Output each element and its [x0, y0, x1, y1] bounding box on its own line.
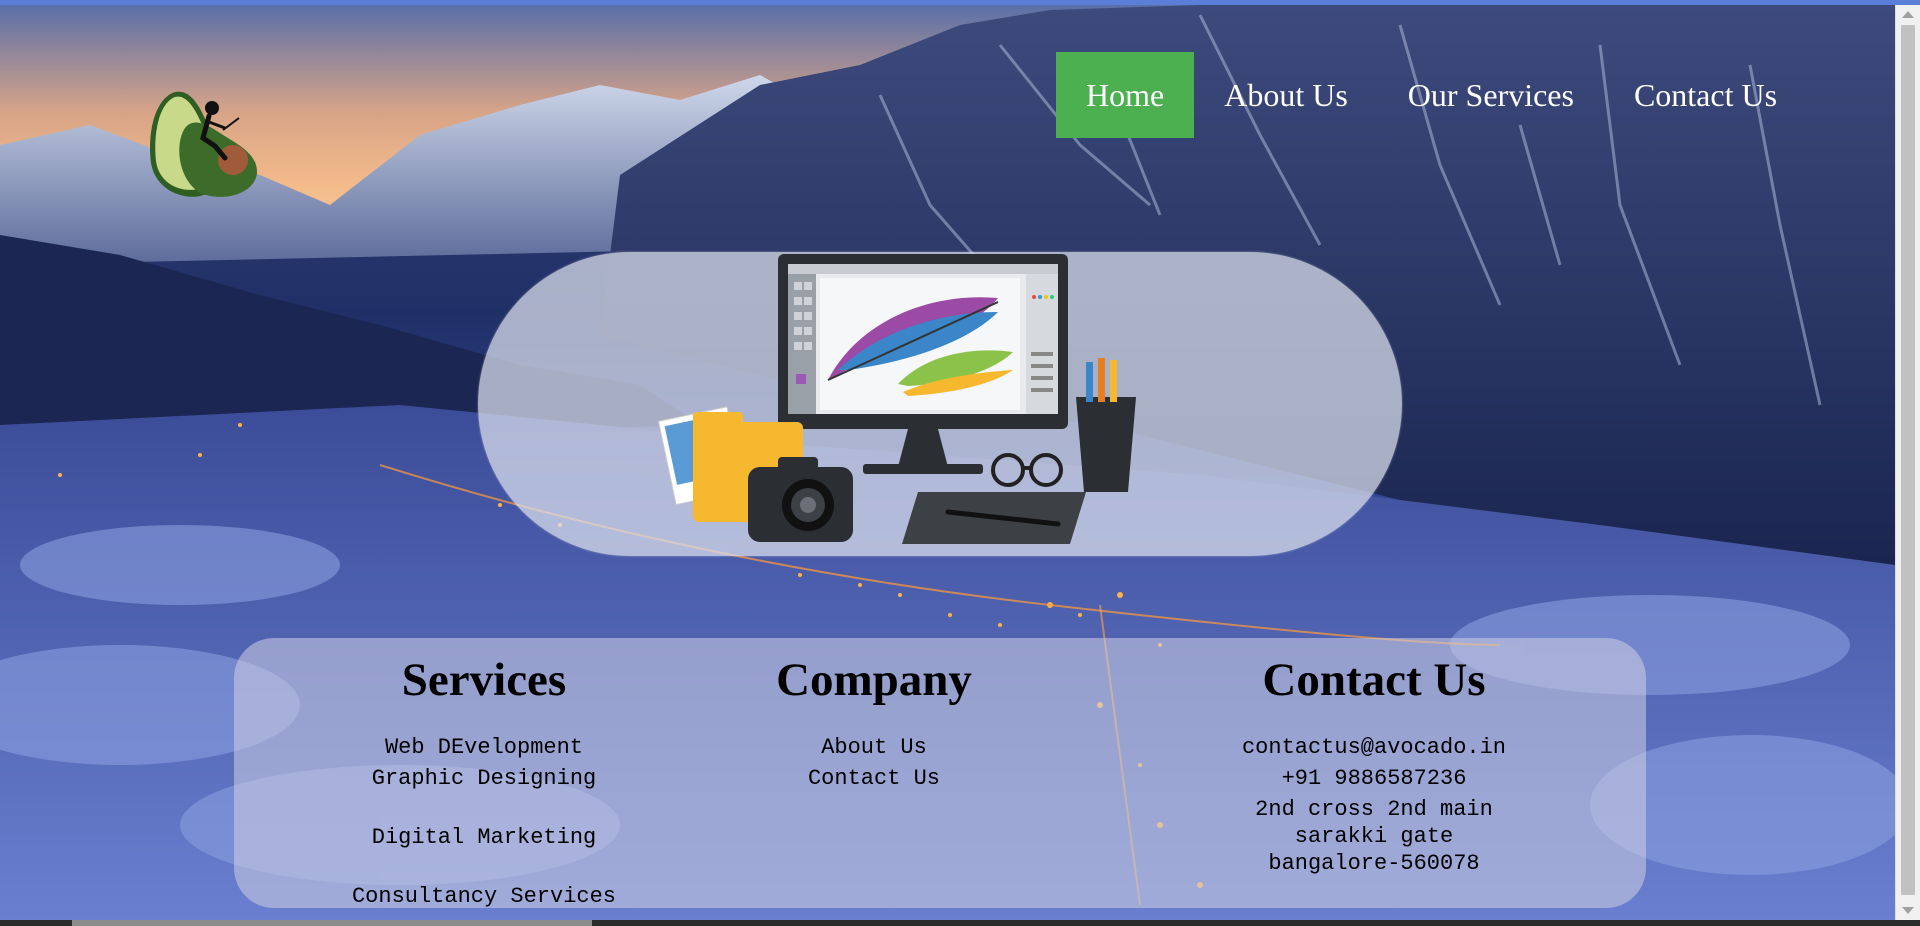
service-graphic-designing-link[interactable]: Graphic Designing — [304, 763, 664, 794]
contact-address-line-3: bangalore-560078 — [1268, 851, 1480, 876]
footer-contact-column: Contact Us contactus@avocado.in +91 9886… — [1194, 638, 1554, 877]
footer-contact-us-link[interactable]: Contact Us — [734, 763, 1014, 794]
avocado-logo[interactable] — [145, 88, 265, 203]
service-digital-marketing-link[interactable]: Digital Marketing — [304, 822, 664, 853]
scroll-up-arrow-icon[interactable] — [1902, 11, 1914, 18]
main-navigation: Home About Us Our Services Contact Us — [1056, 52, 1807, 138]
hero-banner — [478, 252, 1402, 556]
scroll-down-arrow-icon[interactable] — [1902, 907, 1914, 914]
contact-email-link[interactable]: contactus@avocado.in — [1194, 732, 1554, 763]
horizontal-scrollbar[interactable] — [0, 920, 1920, 926]
footer-company-column: Company About Us Contact Us — [734, 638, 1014, 794]
contact-heading: Contact Us — [1262, 654, 1486, 706]
contact-address-line-1: 2nd cross 2nd main — [1255, 797, 1493, 822]
footer-services-column: Services Web DEvelopment Graphic Designi… — [304, 638, 664, 912]
nav-contact-us-link[interactable]: Contact Us — [1604, 52, 1807, 138]
nav-home-link[interactable]: Home — [1056, 52, 1195, 138]
footer-about-us-link[interactable]: About Us — [734, 732, 1014, 763]
nav-about-us-link[interactable]: About Us — [1194, 52, 1378, 138]
contact-address-line-2: sarakki gate — [1294, 824, 1454, 849]
horizontal-scrollbar-thumb[interactable] — [72, 920, 592, 926]
contact-phone: +91 9886587236 — [1281, 766, 1467, 791]
company-heading: Company — [776, 654, 972, 706]
services-heading: Services — [401, 654, 567, 706]
service-web-development-link[interactable]: Web DEvelopment — [304, 732, 664, 763]
footer-panel: Services Web DEvelopment Graphic Designi… — [234, 638, 1646, 909]
service-consultancy-services-link[interactable]: Consultancy Services — [304, 881, 664, 912]
graphic-design-workspace-illustration — [657, 254, 1136, 544]
avocado-person-laptop-icon — [150, 91, 258, 197]
nav-our-services-link[interactable]: Our Services — [1378, 52, 1604, 138]
scrollbar-thumb[interactable] — [1901, 25, 1915, 895]
vertical-scrollbar[interactable] — [1895, 5, 1920, 920]
